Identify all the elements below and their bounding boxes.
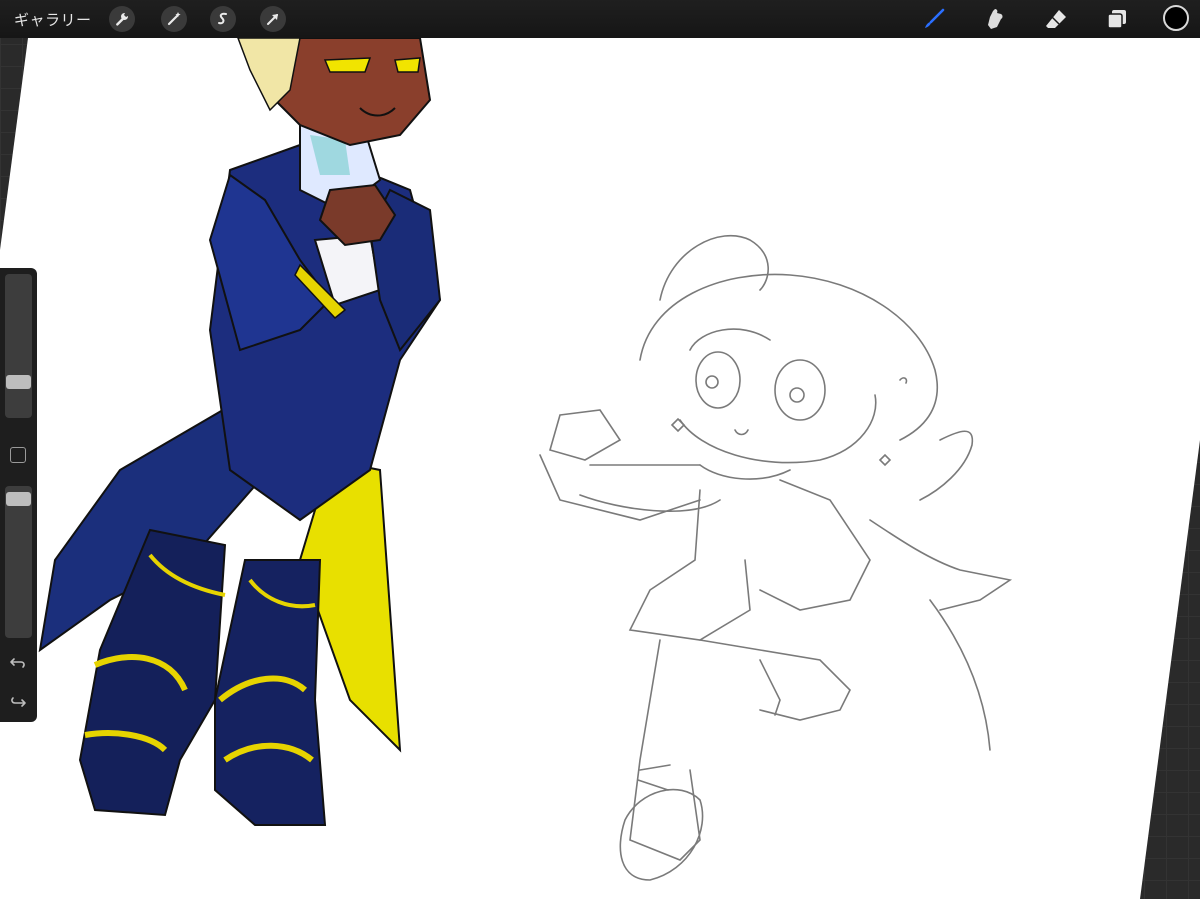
magic-wand-icon[interactable] xyxy=(161,6,187,32)
square-modify-icon[interactable] xyxy=(10,447,26,463)
layers-icon[interactable] xyxy=(1103,5,1131,33)
undo-icon[interactable] xyxy=(8,653,28,673)
eraser-icon[interactable] xyxy=(1042,5,1070,33)
smudge-finger-icon[interactable] xyxy=(980,5,1008,33)
wrench-icon[interactable] xyxy=(109,6,135,32)
left-sidebar xyxy=(0,268,37,722)
opacity-slider[interactable] xyxy=(5,486,32,638)
arrow-cursor-icon[interactable] xyxy=(260,6,286,32)
top-toolbar: ギャラリー xyxy=(0,0,1200,38)
gallery-button[interactable]: ギャラリー xyxy=(14,9,92,30)
selection-s-icon[interactable] xyxy=(210,6,236,32)
opacity-slider-handle[interactable] xyxy=(6,492,31,506)
brush-size-slider-handle[interactable] xyxy=(6,375,31,389)
current-color-swatch[interactable] xyxy=(1163,5,1189,31)
redo-icon[interactable] xyxy=(8,689,28,709)
brush-icon[interactable] xyxy=(920,5,948,33)
drawing-canvas[interactable] xyxy=(0,0,1200,899)
brush-size-slider[interactable] xyxy=(5,274,32,418)
